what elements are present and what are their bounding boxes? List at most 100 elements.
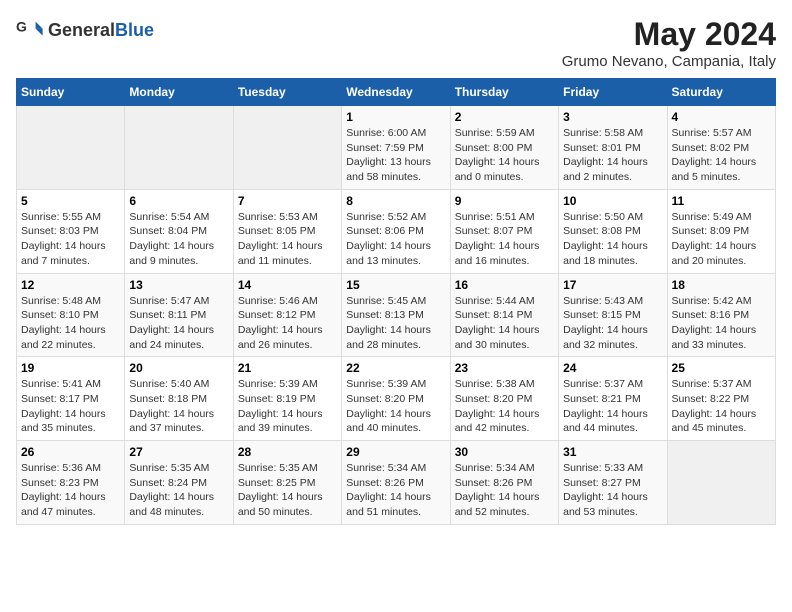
day-info: Sunrise: 5:41 AM Sunset: 8:17 PM Dayligh… [21,377,120,436]
logo-text-general: General [48,20,115,40]
calendar-cell [125,106,233,190]
calendar-cell: 26 Sunrise: 5:36 AM Sunset: 8:23 PM Dayli… [17,441,125,525]
calendar-cell: 29 Sunrise: 5:34 AM Sunset: 8:26 PM Dayli… [342,441,450,525]
calendar-cell: 7 Sunrise: 5:53 AM Sunset: 8:05 PM Daylig… [233,189,341,273]
day-info: Sunrise: 5:36 AM Sunset: 8:23 PM Dayligh… [21,461,120,520]
calendar-cell: 4 Sunrise: 5:57 AM Sunset: 8:02 PM Daylig… [667,106,775,190]
day-number: 7 [238,194,337,208]
day-number: 16 [455,278,554,292]
calendar-header: Sunday Monday Tuesday Wednesday Thursday… [17,79,776,106]
day-number: 21 [238,361,337,375]
day-number: 2 [455,110,554,124]
logo-icon: G [16,16,44,44]
day-number: 17 [563,278,662,292]
calendar-cell [233,106,341,190]
calendar-cell: 27 Sunrise: 5:35 AM Sunset: 8:24 PM Dayli… [125,441,233,525]
calendar-cell: 31Sunrise: 5:33 AM Sunset: 8:27 PM Dayli… [559,441,667,525]
subtitle: Grumo Nevano, Campania, Italy [562,53,776,70]
day-number: 24 [563,361,662,375]
day-number: 29 [346,445,445,459]
day-number: 26 [21,445,120,459]
day-number: 15 [346,278,445,292]
day-number: 1 [346,110,445,124]
day-number: 28 [238,445,337,459]
calendar-cell: 24 Sunrise: 5:37 AM Sunset: 8:21 PM Dayli… [559,357,667,441]
day-number: 25 [672,361,771,375]
calendar-cell: 18 Sunrise: 5:42 AM Sunset: 8:16 PM Dayli… [667,273,775,357]
header-row: Sunday Monday Tuesday Wednesday Thursday… [17,79,776,106]
calendar-cell: 20 Sunrise: 5:40 AM Sunset: 8:18 PM Dayli… [125,357,233,441]
day-info: Sunrise: 5:37 AM Sunset: 8:22 PM Dayligh… [672,377,771,436]
day-number: 27 [129,445,228,459]
day-number: 4 [672,110,771,124]
calendar-cell: 25 Sunrise: 5:37 AM Sunset: 8:22 PM Dayli… [667,357,775,441]
day-number: 22 [346,361,445,375]
calendar-cell: 13 Sunrise: 5:47 AM Sunset: 8:11 PM Dayli… [125,273,233,357]
header-sunday: Sunday [17,79,125,106]
day-number: 30 [455,445,554,459]
calendar-cell: 9 Sunrise: 5:51 AM Sunset: 8:07 PM Daylig… [450,189,558,273]
calendar-cell: 1 Sunrise: 6:00 AM Sunset: 7:59 PM Daylig… [342,106,450,190]
day-info: Sunrise: 5:58 AM Sunset: 8:01 PM Dayligh… [563,126,662,185]
calendar-cell: 6Sunrise: 5:54 AM Sunset: 8:04 PM Daylig… [125,189,233,273]
calendar-cell: 14Sunrise: 5:46 AM Sunset: 8:12 PM Dayli… [233,273,341,357]
day-info: Sunrise: 5:37 AM Sunset: 8:21 PM Dayligh… [563,377,662,436]
calendar-cell: 30 Sunrise: 5:34 AM Sunset: 8:26 PM Dayli… [450,441,558,525]
day-number: 18 [672,278,771,292]
day-info: Sunrise: 5:42 AM Sunset: 8:16 PM Dayligh… [672,294,771,353]
svg-text:G: G [16,18,27,34]
day-number: 12 [21,278,120,292]
header-tuesday: Tuesday [233,79,341,106]
calendar-body: 1 Sunrise: 6:00 AM Sunset: 7:59 PM Daylig… [17,106,776,525]
day-number: 3 [563,110,662,124]
day-info: Sunrise: 5:45 AM Sunset: 8:13 PM Dayligh… [346,294,445,353]
header-friday: Friday [559,79,667,106]
calendar-cell: 3 Sunrise: 5:58 AM Sunset: 8:01 PM Daylig… [559,106,667,190]
day-info: Sunrise: 5:35 AM Sunset: 8:24 PM Dayligh… [129,461,228,520]
day-number: 20 [129,361,228,375]
calendar-cell: 22 Sunrise: 5:39 AM Sunset: 8:20 PM Dayli… [342,357,450,441]
day-number: 31 [563,445,662,459]
day-info: Sunrise: 5:59 AM Sunset: 8:00 PM Dayligh… [455,126,554,185]
day-info: Sunrise: 5:51 AM Sunset: 8:07 PM Dayligh… [455,210,554,269]
calendar-cell: 12Sunrise: 5:48 AM Sunset: 8:10 PM Dayli… [17,273,125,357]
header-saturday: Saturday [667,79,775,106]
day-number: 19 [21,361,120,375]
day-number: 5 [21,194,120,208]
header-monday: Monday [125,79,233,106]
week-row-3: 12Sunrise: 5:48 AM Sunset: 8:10 PM Dayli… [17,273,776,357]
day-info: Sunrise: 5:55 AM Sunset: 8:03 PM Dayligh… [21,210,120,269]
calendar-cell [667,441,775,525]
day-number: 10 [563,194,662,208]
day-info: Sunrise: 5:38 AM Sunset: 8:20 PM Dayligh… [455,377,554,436]
day-info: Sunrise: 5:35 AM Sunset: 8:25 PM Dayligh… [238,461,337,520]
day-info: Sunrise: 5:57 AM Sunset: 8:02 PM Dayligh… [672,126,771,185]
day-info: Sunrise: 6:00 AM Sunset: 7:59 PM Dayligh… [346,126,445,185]
calendar-cell: 15 Sunrise: 5:45 AM Sunset: 8:13 PM Dayli… [342,273,450,357]
day-info: Sunrise: 5:34 AM Sunset: 8:26 PM Dayligh… [455,461,554,520]
calendar-cell: 11Sunrise: 5:49 AM Sunset: 8:09 PM Dayli… [667,189,775,273]
logo: G GeneralBlue [16,16,154,44]
calendar-cell: 16Sunrise: 5:44 AM Sunset: 8:14 PM Dayli… [450,273,558,357]
day-info: Sunrise: 5:34 AM Sunset: 8:26 PM Dayligh… [346,461,445,520]
day-info: Sunrise: 5:53 AM Sunset: 8:05 PM Dayligh… [238,210,337,269]
day-info: Sunrise: 5:39 AM Sunset: 8:20 PM Dayligh… [346,377,445,436]
header-wednesday: Wednesday [342,79,450,106]
calendar-cell: 21 Sunrise: 5:39 AM Sunset: 8:19 PM Dayli… [233,357,341,441]
day-number: 13 [129,278,228,292]
day-info: Sunrise: 5:52 AM Sunset: 8:06 PM Dayligh… [346,210,445,269]
day-info: Sunrise: 5:40 AM Sunset: 8:18 PM Dayligh… [129,377,228,436]
calendar-cell [17,106,125,190]
day-number: 9 [455,194,554,208]
day-info: Sunrise: 5:39 AM Sunset: 8:19 PM Dayligh… [238,377,337,436]
day-info: Sunrise: 5:43 AM Sunset: 8:15 PM Dayligh… [563,294,662,353]
day-number: 8 [346,194,445,208]
calendar-cell: 5 Sunrise: 5:55 AM Sunset: 8:03 PM Daylig… [17,189,125,273]
day-number: 23 [455,361,554,375]
logo-text-blue: Blue [115,20,154,40]
day-info: Sunrise: 5:50 AM Sunset: 8:08 PM Dayligh… [563,210,662,269]
calendar-cell: 23 Sunrise: 5:38 AM Sunset: 8:20 PM Dayli… [450,357,558,441]
calendar-cell: 28 Sunrise: 5:35 AM Sunset: 8:25 PM Dayli… [233,441,341,525]
calendar-cell: 19 Sunrise: 5:41 AM Sunset: 8:17 PM Dayli… [17,357,125,441]
day-info: Sunrise: 5:47 AM Sunset: 8:11 PM Dayligh… [129,294,228,353]
